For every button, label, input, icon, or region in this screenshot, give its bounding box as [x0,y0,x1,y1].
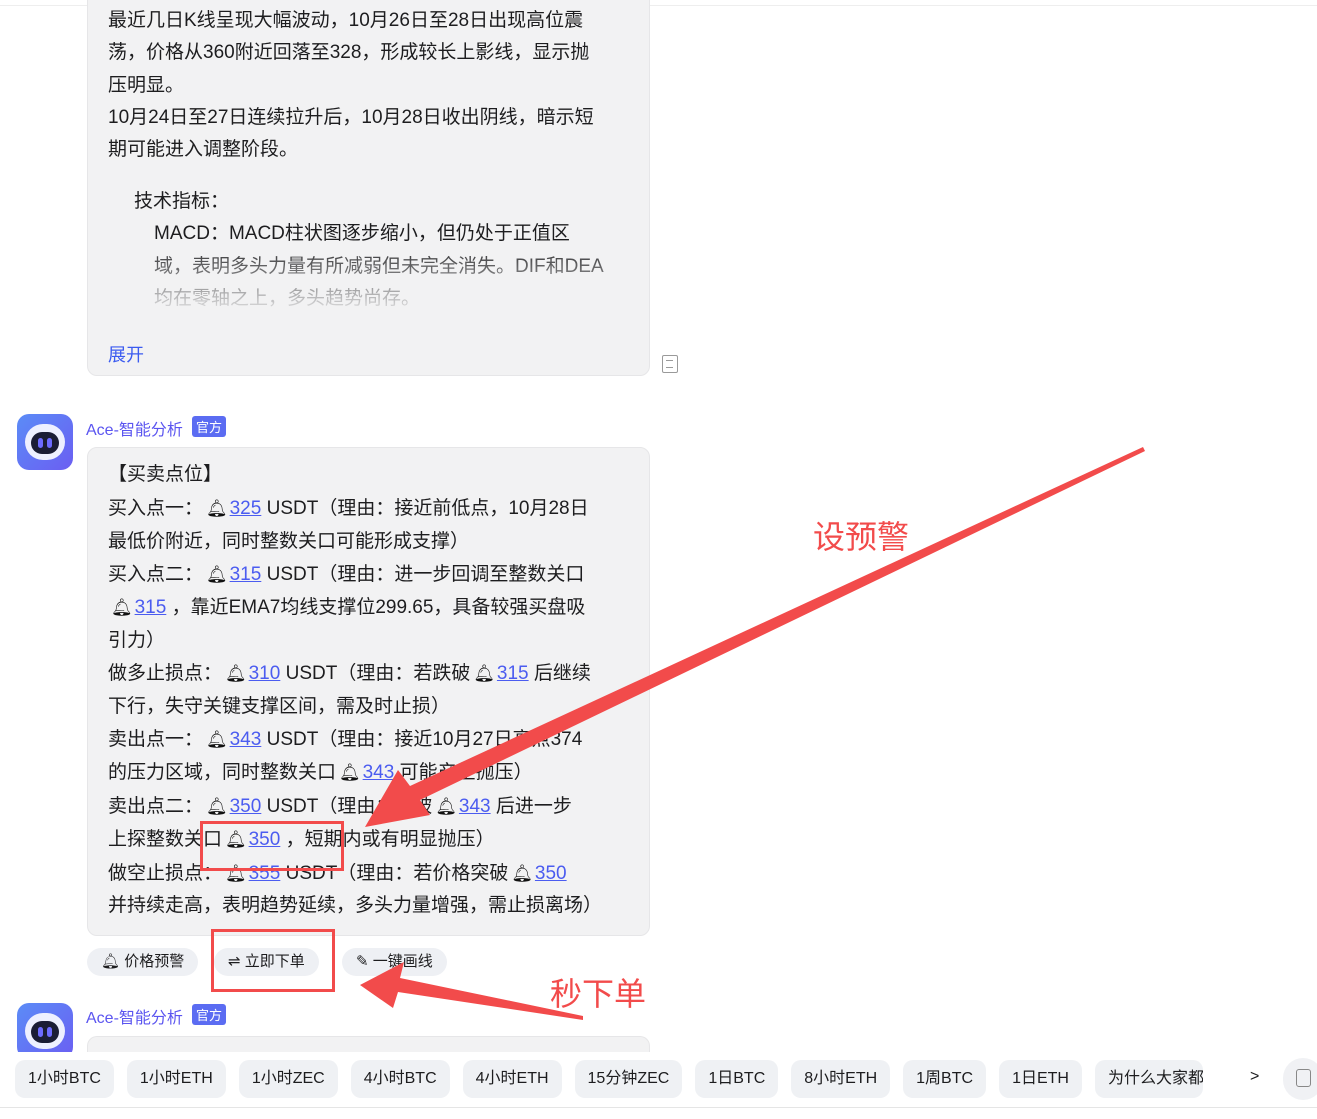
annotation-quick-order: 秒下单 [550,969,646,1015]
annotation-set-alert: 设预警 [813,512,909,558]
arrow-set-alert [365,447,1145,827]
annotation-arrows [0,0,1317,1119]
